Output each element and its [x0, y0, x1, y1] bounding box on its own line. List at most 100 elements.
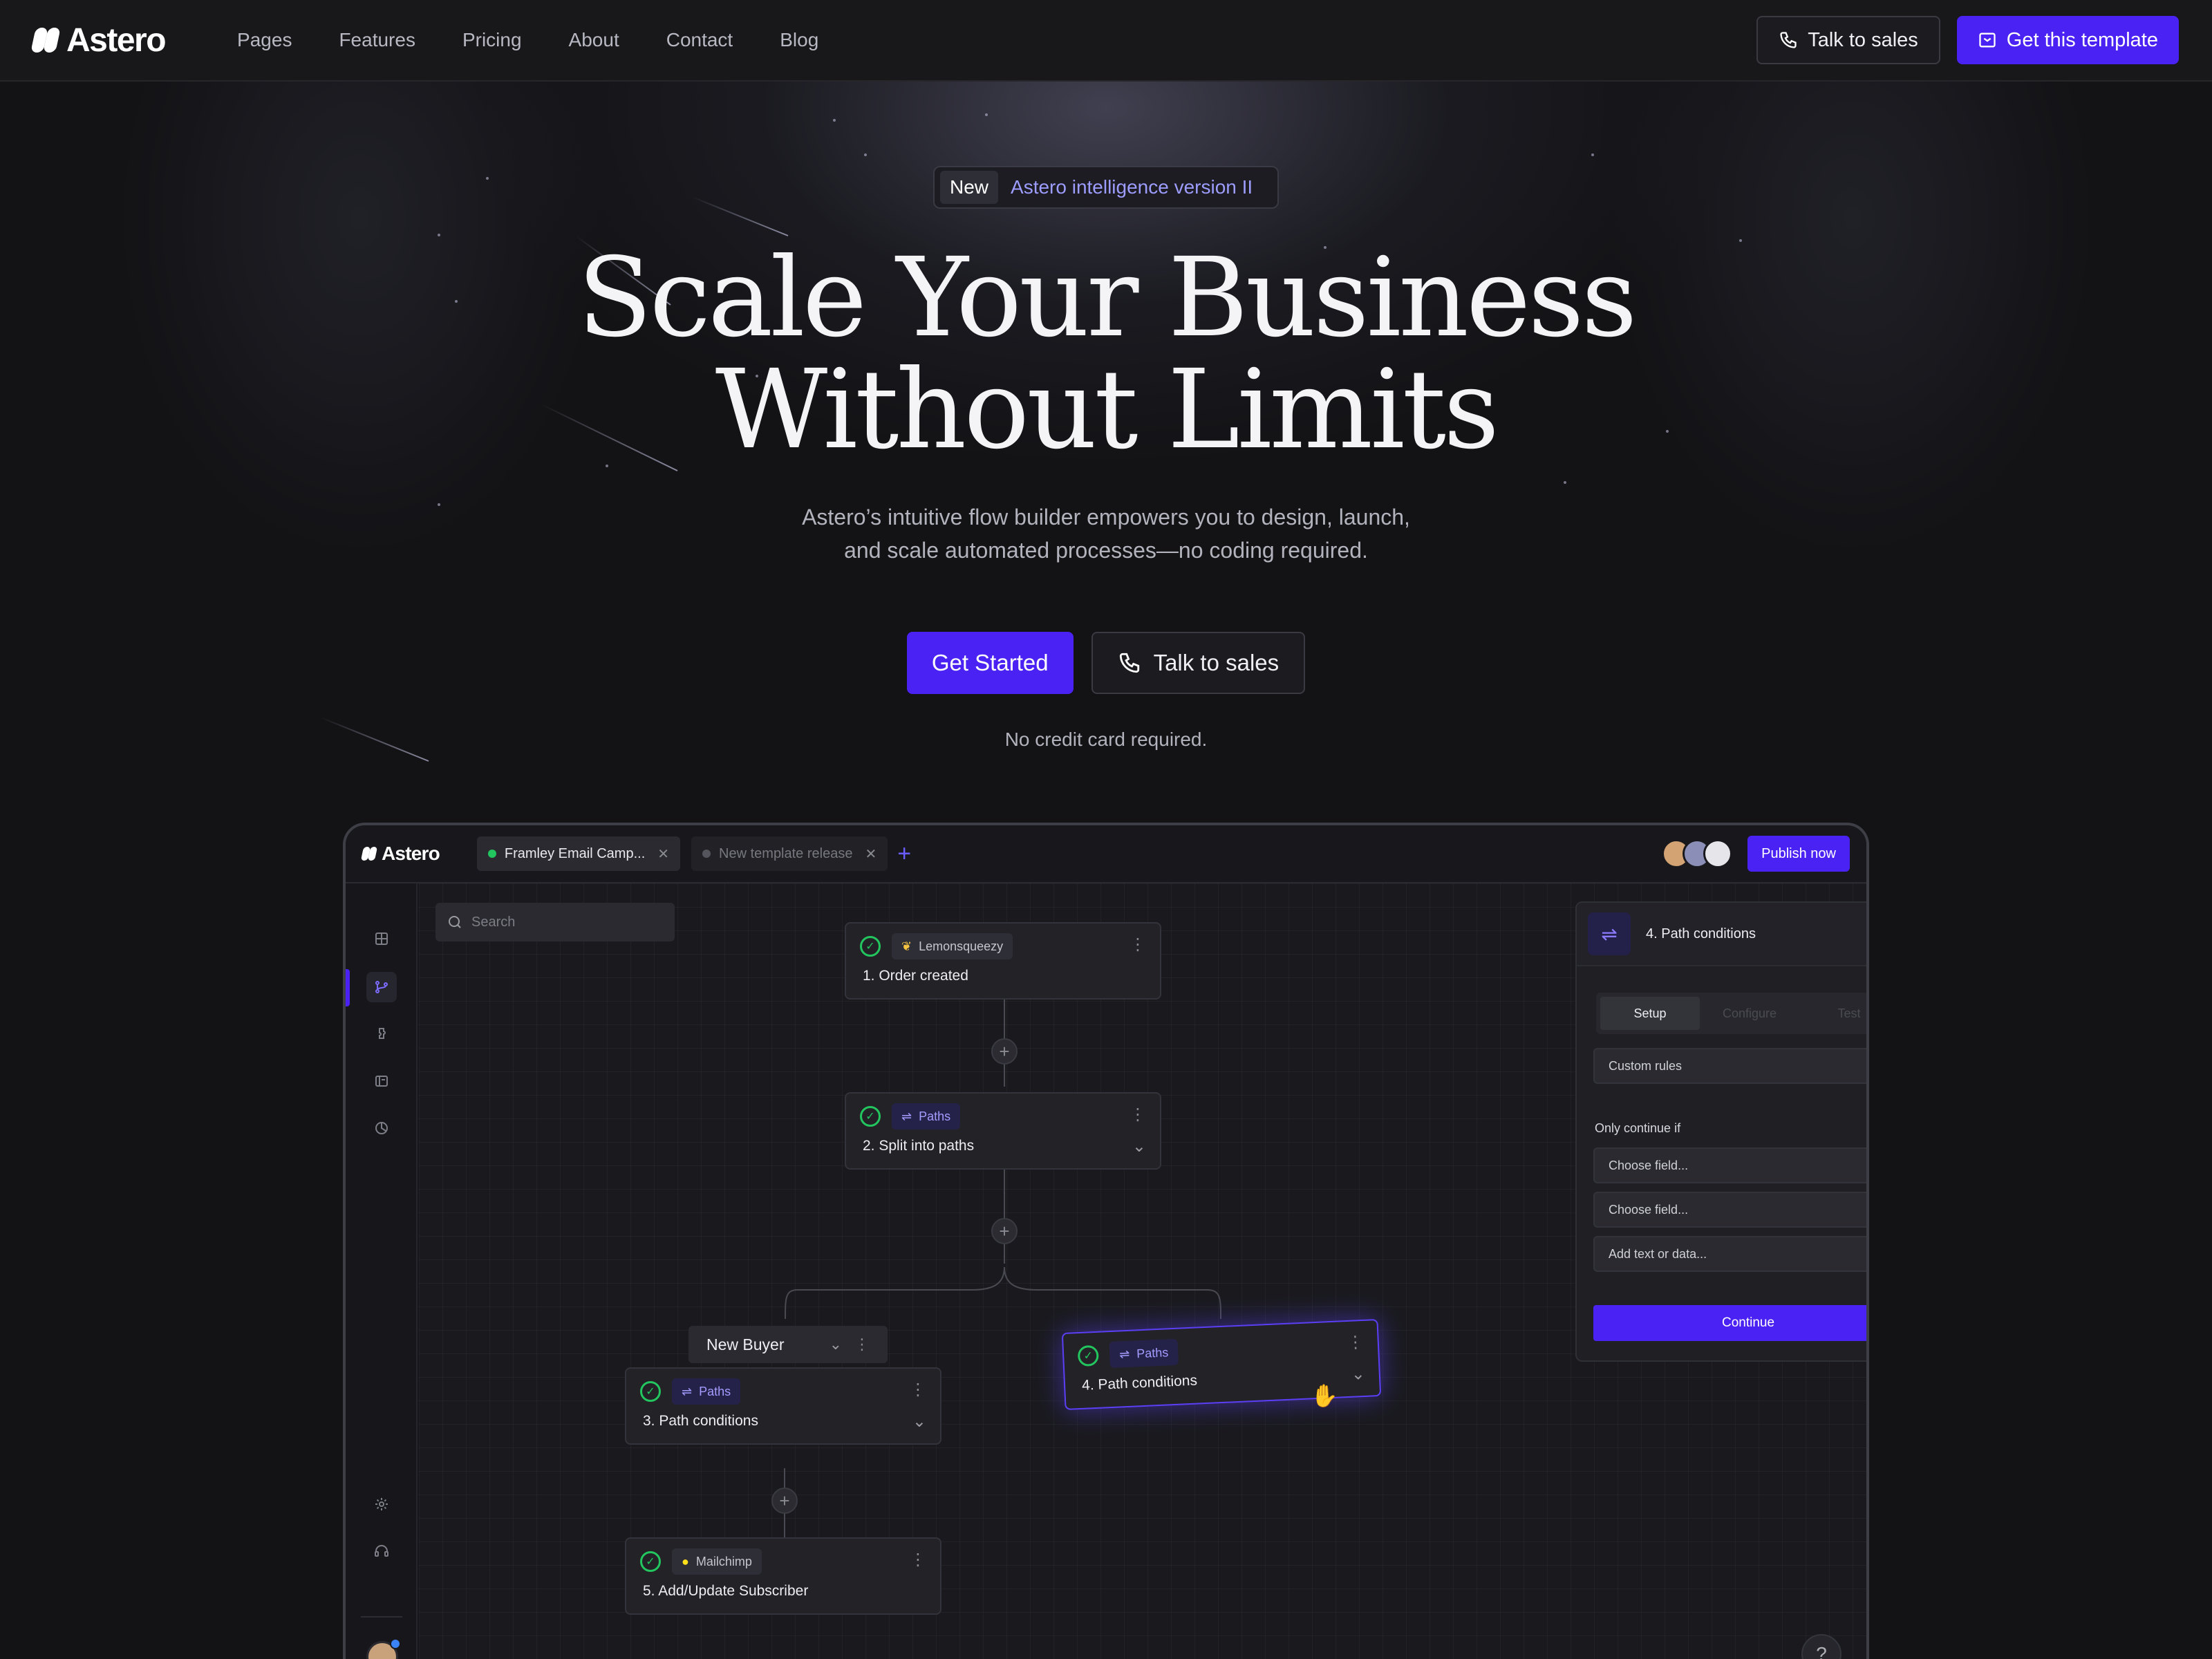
star [486, 177, 489, 180]
nav-link-pricing[interactable]: Pricing [439, 29, 545, 51]
continue-button[interactable]: Continue [1593, 1305, 1866, 1341]
close-icon[interactable]: ✕ [657, 845, 669, 863]
hero-subtext: Astero’s intuitive flow builder empowers… [0, 500, 2212, 567]
more-icon[interactable]: ⋮ [1130, 935, 1146, 955]
more-icon[interactable]: ⋮ [1347, 1332, 1364, 1353]
more-icon[interactable]: ⋮ [910, 1380, 926, 1400]
app-pill: ● Mailchimp [672, 1548, 762, 1575]
phone-icon [1780, 32, 1797, 48]
talk-to-sales-button[interactable]: Talk to sales [1756, 16, 1940, 64]
mailchimp-icon: ● [682, 1554, 689, 1568]
get-template-button[interactable]: Get this template [1956, 16, 2179, 64]
nav-link-features[interactable]: Features [315, 29, 439, 51]
star [1591, 153, 1594, 156]
app-preview: Astero Framley Email Camp... ✕ New templ… [343, 823, 1869, 1659]
nav-link-blog[interactable]: Blog [756, 29, 842, 51]
nav-link-pages[interactable]: Pages [214, 29, 315, 51]
star [1564, 481, 1566, 484]
app-logo[interactable]: Astero [360, 843, 440, 865]
app-name: Mailchimp [695, 1554, 752, 1568]
tab-framley-email[interactable]: Framley Email Camp... ✕ [476, 836, 681, 871]
star [864, 153, 867, 156]
branch-selector[interactable]: New Buyer ⌄ ⋮ [688, 1326, 888, 1363]
flow-node-order-created[interactable]: ✓ ❦ Lemonsqueezy ⋮ 1. Order created [845, 922, 1161, 1000]
settings-icon[interactable] [366, 1489, 397, 1519]
sidebar-divider [361, 1616, 402, 1618]
nav-link-contact[interactable]: Contact [643, 29, 757, 51]
phone-icon [1119, 653, 1139, 673]
field-select-1[interactable]: Choose field... ⇕ [1593, 1147, 1866, 1183]
app-pill: ❦ Lemonsqueezy [892, 933, 1013, 959]
tab-configure[interactable]: Configure [1700, 997, 1799, 1030]
headline-line-2: Without Limits [715, 346, 1499, 474]
tab-setup[interactable]: Setup [1600, 997, 1700, 1030]
paths-icon: ⇌ [682, 1384, 693, 1398]
logo-icon [360, 846, 378, 861]
dashboard-icon[interactable] [366, 924, 397, 954]
node-title: 4. Path conditions [1081, 1372, 1198, 1394]
announcement-badge[interactable]: New Astero intelligence version II [933, 166, 1279, 209]
flow-node-split-paths[interactable]: ✓ ⇌ Paths ⋮ 2. Split into paths ⌄ [845, 1092, 1161, 1170]
chevron-down-icon[interactable]: ⌄ [1351, 1364, 1365, 1385]
brand-logo[interactable]: Astero [30, 21, 167, 59]
hero-headline: Scale Your Business Without Limits [0, 242, 2212, 466]
more-icon[interactable]: ⋮ [854, 1335, 870, 1353]
paths-icon: ⇌ [1588, 912, 1631, 955]
get-template-label: Get this template [2006, 28, 2158, 51]
more-icon[interactable]: ⋮ [910, 1550, 926, 1570]
workflow-icon[interactable] [366, 972, 397, 1002]
help-button[interactable]: ? [1801, 1634, 1841, 1659]
close-icon[interactable]: ✕ [865, 845, 877, 863]
add-step-icon[interactable]: + [991, 1038, 1018, 1065]
select-value: Custom rules [1609, 1058, 1683, 1073]
app-logo-text: Astero [382, 843, 440, 864]
add-step-icon[interactable]: + [991, 1218, 1018, 1244]
flow-node-path-conditions[interactable]: ✓ ⇌ Paths ⋮ 3. Path conditions ⌄ [625, 1367, 941, 1445]
chevron-down-icon[interactable]: ⌄ [1132, 1136, 1146, 1156]
hero-talk-to-sales-button[interactable]: Talk to sales [1091, 632, 1306, 694]
flow-node-add-subscriber[interactable]: ✓ ● Mailchimp ⋮ 5. Add/Update Subscriber [625, 1537, 941, 1615]
badge-new-tag: New [940, 171, 999, 204]
check-icon: ✓ [1077, 1344, 1099, 1367]
publish-now-button[interactable]: Publish now [1747, 836, 1850, 872]
flow-canvas[interactable]: Search + + + ✓ ❦ Lemonsqueezy ⋮ 1. Order… [419, 883, 1866, 1659]
avatar[interactable] [1703, 839, 1733, 868]
panel-title: 4. Path conditions [1646, 926, 1756, 941]
panel-tabs: Setup Configure Test [1596, 993, 1866, 1034]
node-title: 1. Order created [863, 968, 968, 984]
analytics-icon[interactable] [366, 1113, 397, 1143]
layout-icon[interactable] [366, 1066, 397, 1096]
top-nav: Astero Pages Features Pricing About Cont… [0, 0, 2212, 82]
shooting-star [691, 196, 789, 236]
app-pill: ⇌ Paths [672, 1378, 741, 1405]
check-icon: ✓ [640, 1381, 661, 1402]
check-icon: ✓ [640, 1551, 661, 1572]
tab-test[interactable]: Test [1799, 997, 1866, 1030]
get-started-button[interactable]: Get Started [906, 632, 1074, 694]
add-step-icon[interactable]: + [771, 1488, 798, 1514]
rule-type-select[interactable]: Custom rules ⇕ [1593, 1048, 1866, 1084]
hero-talk-to-sales-label: Talk to sales [1153, 650, 1280, 675]
logo-icon [30, 26, 61, 54]
add-tab-icon[interactable]: + [897, 841, 911, 868]
integrations-icon[interactable] [366, 1019, 397, 1049]
chevron-down-icon[interactable]: ⌄ [912, 1412, 926, 1432]
nav-link-about[interactable]: About [545, 29, 643, 51]
template-icon [1979, 32, 1996, 48]
subtext-line-1: Astero’s intuitive flow builder empowers… [802, 505, 1410, 529]
value-input[interactable]: Add text or data... + [1593, 1236, 1866, 1272]
app-name: Paths [919, 1109, 951, 1123]
condition-label: Only continue if [1595, 1121, 1681, 1135]
star [833, 119, 836, 122]
app-topbar: Astero Framley Email Camp... ✕ New templ… [346, 825, 1866, 883]
grab-cursor-icon: ✋ [1311, 1383, 1338, 1408]
app-name: Paths [699, 1384, 731, 1398]
more-icon[interactable]: ⋮ [1130, 1105, 1146, 1125]
tab-label: Framley Email Camp... [504, 845, 646, 861]
tab-new-template[interactable]: New template release ✕ [691, 836, 888, 871]
paths-icon: ⇌ [901, 1109, 912, 1123]
nav-links: Pages Features Pricing About Contact Blo… [214, 29, 842, 51]
field-select-2[interactable]: Choose field... ⇕ [1593, 1192, 1866, 1228]
brand-name: Astero [66, 21, 167, 59]
support-icon[interactable] [366, 1536, 397, 1566]
